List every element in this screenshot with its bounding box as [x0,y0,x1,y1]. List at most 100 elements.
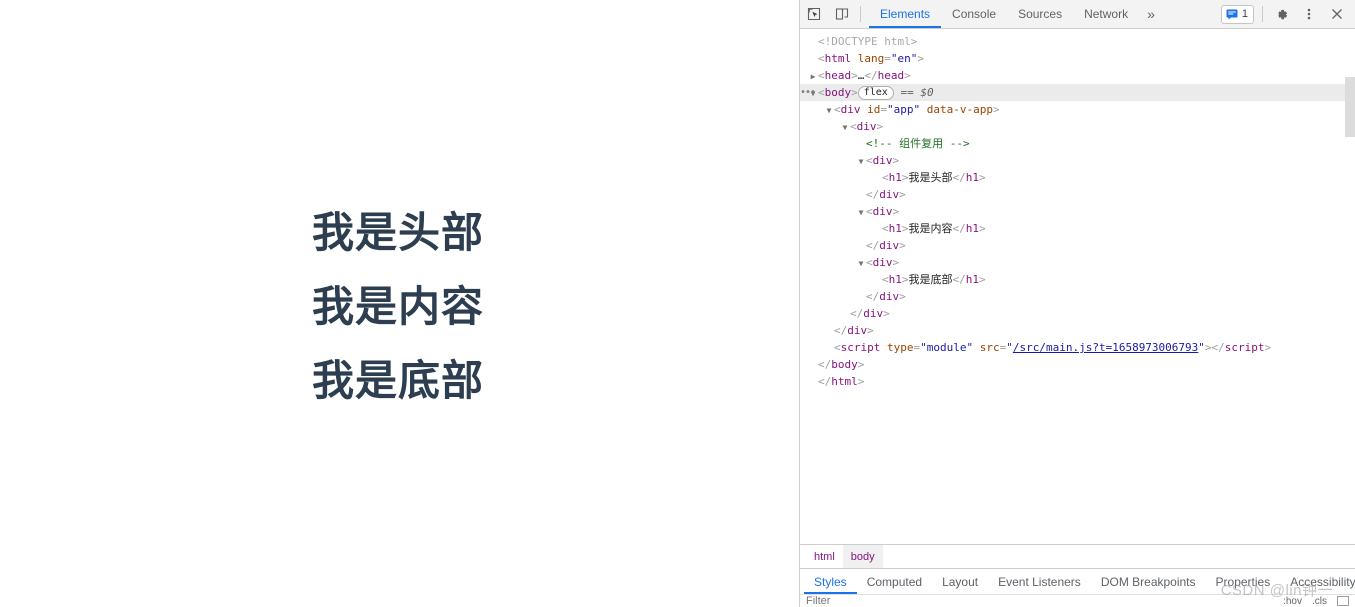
expand-toggle-icon[interactable]: ▼ [824,102,834,119]
expand-toggle-icon[interactable]: ▼ [856,255,866,272]
code-token: > [1204,341,1212,354]
tab-console[interactable]: Console [941,0,1007,28]
dom-tree-row[interactable]: ▶</body> [800,356,1355,373]
code-token: > [857,375,865,388]
row-overflow-dots[interactable]: ••• [800,84,816,101]
code-token: div [879,290,900,303]
toolbar-right-divider [1262,6,1263,22]
code-token: > [857,358,865,371]
code-token: div [863,307,884,320]
code-token: < [866,256,873,269]
inspect-element-icon[interactable] [800,0,828,28]
sidebar-tab-layout[interactable]: Layout [932,569,988,594]
dom-tree-row[interactable]: ▶<h1>我是头部</h1> [800,169,1355,186]
no-toggle-spacer: ▶ [856,238,866,255]
code-token: "app" [887,103,921,116]
devtools-toolbar: Elements Console Sources Network » 1 [800,0,1355,29]
console-message-count[interactable]: 1 [1220,4,1254,24]
code-token: < [882,273,889,286]
expand-toggle-icon[interactable]: ▼ [856,204,866,221]
sidebar-tab-dom-breakpoints[interactable]: DOM Breakpoints [1091,569,1206,594]
code-token: < [866,205,873,218]
tab-elements-label: Elements [880,7,931,21]
code-token: = [884,52,891,65]
device-toolbar-icon[interactable] [828,0,856,28]
code-token: > [892,154,900,167]
code-token: " [1006,341,1013,354]
gear-icon[interactable] [1267,7,1295,22]
code-token: h1 [888,273,902,286]
dom-tree-row[interactable]: ▼ <div> [800,203,1355,220]
code-token: < [850,120,857,133]
sidebar-tab-accessibility[interactable]: Accessibility [1280,569,1355,594]
sidebar-tab-event-listeners[interactable]: Event Listeners [988,569,1091,594]
source-link[interactable]: /src/main.js?t=1658973006793 [1013,341,1198,354]
expand-toggle-icon[interactable]: ▼ [856,153,866,170]
code-token: </ [818,375,832,388]
heading-content: 我是内容 [312,283,485,330]
dom-tree-row[interactable]: ▶</div> [800,237,1355,254]
dom-tree-row[interactable]: ▶<h1>我是内容</h1> [800,220,1355,237]
dom-tree-row[interactable]: ▼ <div> [800,152,1355,169]
kebab-menu-icon[interactable] [1295,7,1323,21]
cls-button[interactable]: .cls [1312,596,1327,607]
flex-badge[interactable]: flex [857,86,894,100]
no-toggle-spacer: ▶ [872,221,882,238]
toolbar-right-group: 1 [1220,0,1355,28]
breadcrumb-item-html[interactable]: html [806,545,843,568]
no-toggle-spacer: ▶ [808,357,818,374]
sidebar-tab-properties[interactable]: Properties [1206,569,1281,594]
code-token: > [892,256,900,269]
code-token: < [866,154,873,167]
dom-tree-row[interactable]: ▼ <div> [800,118,1355,135]
no-toggle-spacer: ▶ [824,340,834,357]
dom-tree-row[interactable]: ▶</div> [800,186,1355,203]
dom-tree-row[interactable]: ▼ <div id="app" data-v-app> [800,101,1355,118]
code-token: </ [866,188,880,201]
dom-tree-row[interactable]: ▶</div> [800,322,1355,339]
no-toggle-spacer: ▶ [808,34,818,51]
no-toggle-spacer: ▶ [808,51,818,68]
more-tabs-icon[interactable]: » [1139,0,1163,28]
dom-tree-row[interactable]: ▶</div> [800,305,1355,322]
code-token: body [824,86,852,99]
dom-tree-row[interactable]: ▶</div> [800,288,1355,305]
dom-tree-row[interactable]: ▶<html lang="en"> [800,50,1355,67]
code-token: < [834,341,841,354]
sidebar-tab-computed[interactable]: Computed [857,569,932,594]
code-token: > [901,222,909,235]
code-token: div [872,256,893,269]
code-token: > [851,86,858,99]
dom-tree-row[interactable]: ▼ <div> [800,254,1355,271]
tab-sources[interactable]: Sources [1007,0,1073,28]
breadcrumb-item-body[interactable]: body [842,545,883,568]
dom-tree-row[interactable]: ▶ <head>…</head> [800,67,1355,84]
no-toggle-spacer: ▶ [824,323,834,340]
code-token: < [818,86,825,99]
page-viewport: 我是头部 我是内容 我是底部 [0,0,800,607]
hov-button[interactable]: :hov [1283,596,1302,607]
dom-tree[interactable]: ▶<!DOCTYPE html>▶<html lang="en">▶<head>… [800,29,1355,544]
code-token: > [899,290,906,303]
new-style-rule-icon[interactable] [1337,596,1349,606]
expand-toggle-icon[interactable]: ▼ [840,119,850,136]
dom-tree-row[interactable]: ▶<!-- 组件复用 --> [800,135,1355,152]
code-token: > [899,239,906,252]
close-icon[interactable] [1323,7,1351,21]
header-block: 我是头部 [312,212,484,254]
tab-elements[interactable]: Elements [869,0,942,28]
dom-tree-row[interactable]: ▶<h1>我是底部</h1> [800,271,1355,288]
tab-network[interactable]: Network [1073,0,1139,28]
dom-tree-row[interactable]: ▶<!DOCTYPE html> [800,33,1355,50]
sidebar-tab-styles[interactable]: Styles [804,569,857,594]
code-token: html [824,52,852,65]
dom-tree-row[interactable]: ▶</html> [800,373,1355,390]
devtools-tab-list: Elements Console Sources Network » [869,0,1163,28]
code-token: > [883,307,890,320]
dom-tree-row[interactable]: ▶<script type="module" src="/src/main.js… [800,339,1355,356]
dom-tree-scrollbar[interactable] [1345,77,1355,137]
expand-toggle-icon[interactable]: ▶ [808,68,818,85]
styles-filter-input[interactable] [806,595,1106,607]
code-token: <!-- 组件复用 --> [866,137,970,150]
dom-tree-row[interactable]: ••• ▼ <body> flex == $0 [800,84,1355,101]
